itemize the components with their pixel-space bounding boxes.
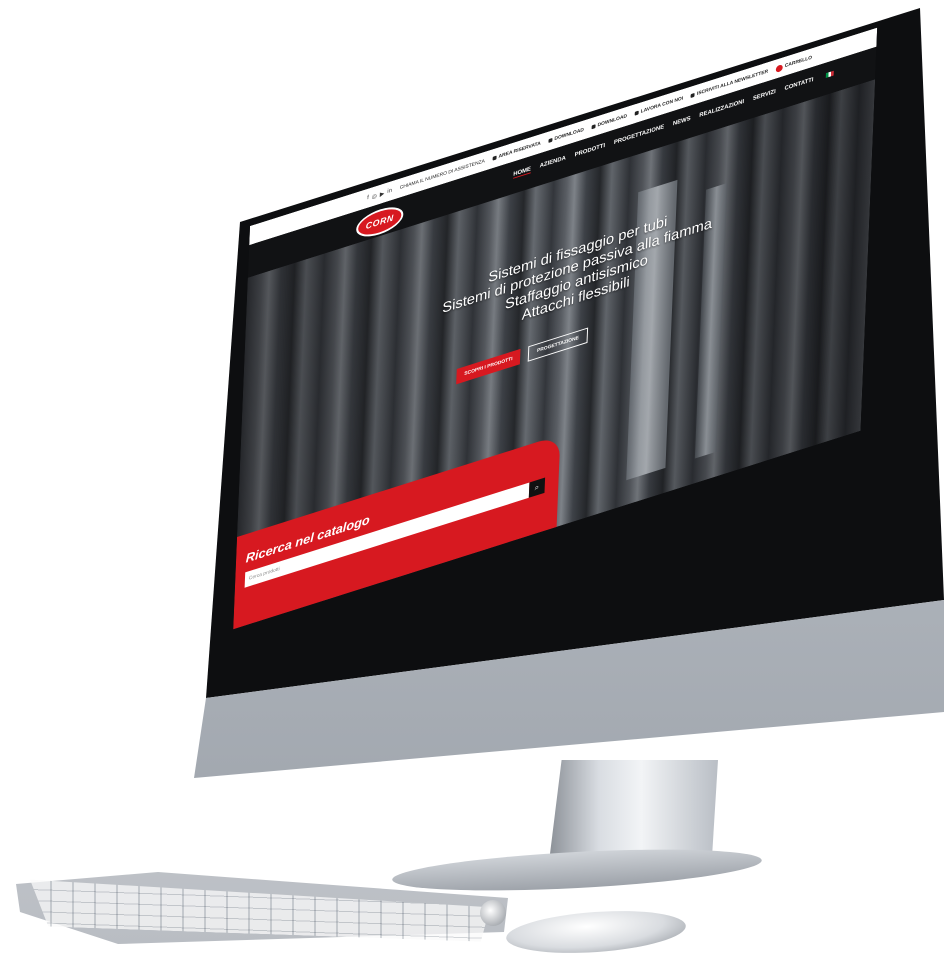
italian-flag-icon[interactable]: [826, 70, 835, 78]
instagram-icon[interactable]: ◎: [372, 192, 377, 200]
briefcase-icon: [634, 110, 639, 116]
social-links: f ◎ ▶ in: [367, 187, 392, 202]
discover-products-button[interactable]: SCOPRI I PRODOTTI: [456, 348, 521, 385]
facebook-icon[interactable]: f: [367, 195, 369, 202]
keyboard-edge-cap: [480, 900, 506, 926]
nav-prodotti[interactable]: PRODOTTI: [574, 143, 606, 159]
nav-servizi[interactable]: SERVIZI: [753, 89, 776, 103]
imac-device: f ◎ ▶ in CHIAMA IL NUMERO DI ASSISTENZA …: [0, 0, 948, 961]
youtube-icon[interactable]: ▶: [380, 190, 385, 198]
nav-progettazione[interactable]: PROGETTAZIONE: [614, 124, 664, 147]
linkedin-icon[interactable]: in: [387, 187, 392, 195]
cart-label: CARRELLO: [784, 54, 813, 70]
search-icon[interactable]: ⌕: [528, 477, 546, 498]
nav-azienda[interactable]: AZIENDA: [540, 155, 566, 170]
nav-contatti[interactable]: CONTATTI: [784, 77, 813, 93]
download-icon: [591, 124, 596, 130]
download-icon: [548, 137, 553, 143]
mail-icon: [690, 92, 695, 98]
nav-home[interactable]: HOME: [513, 166, 531, 179]
nav-realizzazioni[interactable]: REALIZZAZIONI: [699, 99, 744, 120]
nav-news[interactable]: NEWS: [673, 116, 691, 128]
cart-icon: [775, 63, 783, 73]
design-button[interactable]: PROGETTAZIONE: [527, 327, 588, 362]
user-icon: [492, 155, 497, 161]
